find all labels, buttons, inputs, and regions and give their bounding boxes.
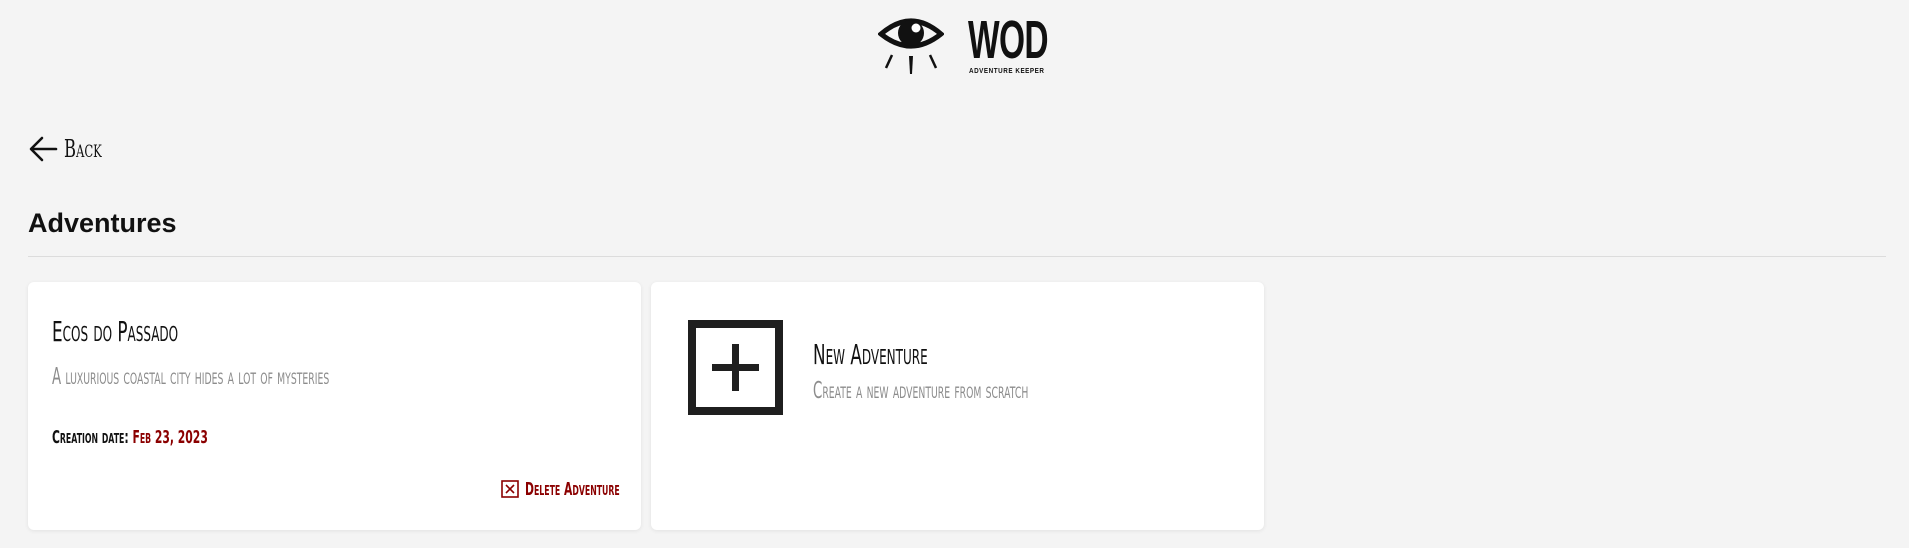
divider [28,256,1886,257]
new-adventure-card[interactable]: New Adventure Create a new adventure fro… [651,282,1264,530]
logo-title: WOD [968,10,1049,70]
creation-date-value: Feb 23, 2023 [132,427,208,448]
delete-adventure-label: Delete Adventure [525,478,620,500]
adventure-name: Ecos do Passado [52,315,179,348]
back-button[interactable]: Back [28,133,120,165]
new-adventure-description: Create a new adventure from scratch [813,378,1029,404]
adventure-card[interactable]: Ecos do Passado A luxurious coastal city… [28,282,641,530]
arrow-left-icon [29,136,58,162]
adventure-description: A luxurious coastal city hides a lot of … [52,364,330,390]
app-logo[interactable]: WOD ADVENTURE KEEPER [878,8,1049,80]
plus-box-icon [688,320,783,415]
close-box-icon [501,480,519,498]
eye-icon [878,18,944,74]
creation-date-label: Creation date: [52,427,129,448]
back-label: Back [64,135,102,163]
page-title: Adventures [28,208,177,238]
app-header: WOD ADVENTURE KEEPER [0,0,1909,90]
adventure-creation-date: Creation date: Feb 23, 2023 [52,427,208,448]
delete-adventure-button[interactable]: Delete Adventure [501,477,620,501]
new-adventure-title: New Adventure [813,338,928,371]
logo-subtitle: ADVENTURE KEEPER [969,68,1045,75]
